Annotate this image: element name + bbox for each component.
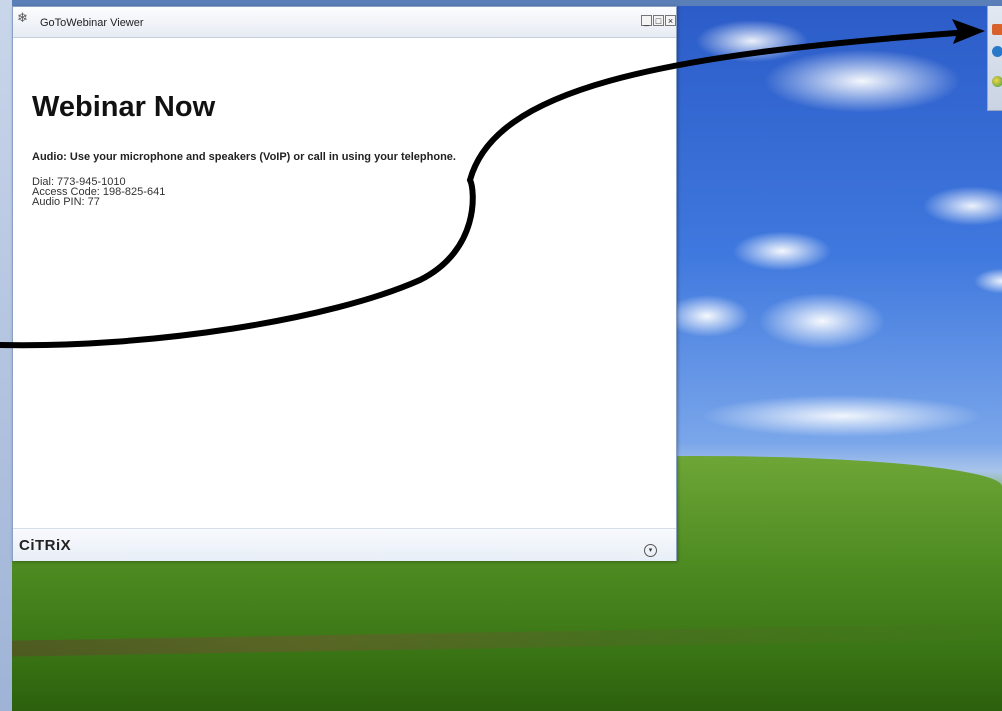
blue-circle-icon[interactable] <box>992 46 1002 57</box>
window-title: GoToWebinar Viewer <box>40 17 144 29</box>
viewer-footer: CiTRiX ▾ <box>13 528 676 561</box>
minimize-button[interactable]: _ <box>641 15 652 26</box>
globe-icon[interactable] <box>992 76 1002 87</box>
close-button[interactable]: × <box>665 15 676 26</box>
audio-instructions: Audio: Use your microphone and speakers … <box>32 151 456 163</box>
screen-left-edge <box>0 0 12 711</box>
citrix-logo: CiTRiX <box>19 537 72 554</box>
maximize-button[interactable]: □ <box>653 15 664 26</box>
webinar-heading: Webinar Now <box>32 91 216 123</box>
gotowebinar-viewer-window: ❄ GoToWebinar Viewer _ □ × Webinar Now A… <box>12 6 677 561</box>
dial-in-info: Dial: 773-945-1010 Access Code: 198-825-… <box>32 177 165 208</box>
chevron-down-circle-icon[interactable]: ▾ <box>644 544 657 557</box>
notification-panel <box>987 6 1002 111</box>
snowflake-icon: ❄ <box>17 10 28 25</box>
orange-panel-icon[interactable] <box>992 24 1002 35</box>
title-bar[interactable]: ❄ GoToWebinar Viewer _ □ × <box>13 7 676 38</box>
audio-pin: Audio PIN: 77 <box>32 196 100 208</box>
webinar-content-pane: Webinar Now Audio: Use your microphone a… <box>17 38 672 528</box>
